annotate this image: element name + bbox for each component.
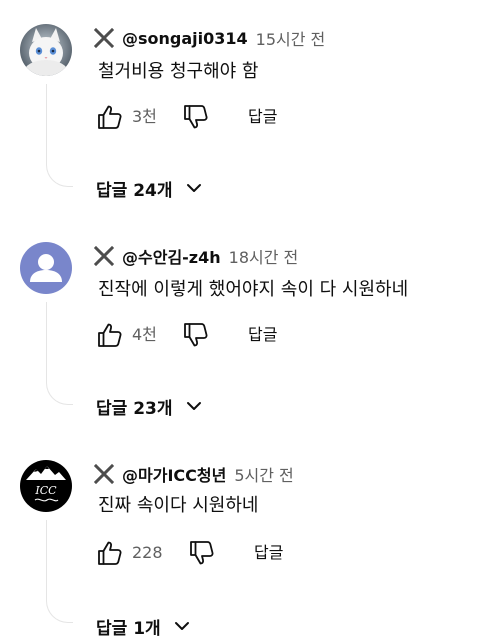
thumb-down-icon xyxy=(184,105,208,129)
reply-button[interactable]: 답글 xyxy=(248,105,277,129)
comment-text: 진작에 이렇게 했어야지 속이 다 시원하네 xyxy=(98,279,409,300)
like-count: 4천 xyxy=(132,325,157,344)
replies-count-label: 답글 1개 xyxy=(96,618,161,639)
comment-header: @마가ICC청년 5시간 전 xyxy=(94,462,294,486)
thread-connector xyxy=(46,84,73,187)
comment-timestamp[interactable]: 18시간 전 xyxy=(229,244,299,268)
x-mark-icon xyxy=(94,246,114,266)
replies-count-label: 답글 24개 xyxy=(96,180,173,201)
like-button[interactable] xyxy=(96,539,124,567)
thread-connector xyxy=(46,302,73,405)
comment-timestamp[interactable]: 5시간 전 xyxy=(234,462,293,486)
icc-mountain-logo-avatar[interactable]: ICC xyxy=(20,460,72,512)
white-cat-avatar[interactable] xyxy=(20,24,72,76)
like-button[interactable] xyxy=(96,321,124,349)
x-mark-icon xyxy=(94,464,114,484)
chevron-down-icon xyxy=(173,617,191,635)
chevron-down-icon xyxy=(185,397,203,415)
author-name[interactable]: @수안김-z4h xyxy=(122,244,221,268)
thumb-down-icon xyxy=(184,323,208,347)
comment-header: @songaji0314 15시간 전 xyxy=(94,26,325,50)
comment-thread: ICC @마가ICC청년 5시간 전 진짜 속이다 시원하네 228 답글 답글… xyxy=(0,436,489,642)
comment-thread: @수안김-z4h 18시간 전 진작에 이렇게 했어야지 속이 다 시원하네 4… xyxy=(0,218,489,436)
dislike-button[interactable] xyxy=(188,539,216,567)
thumb-up-icon xyxy=(98,323,122,347)
reply-button[interactable]: 답글 xyxy=(254,541,283,565)
comment-timestamp[interactable]: 15시간 전 xyxy=(256,26,326,50)
chevron-down-icon xyxy=(185,179,203,197)
reply-button[interactable]: 답글 xyxy=(248,323,277,347)
thumb-up-icon xyxy=(98,541,122,565)
like-count: 228 xyxy=(132,543,163,562)
thumb-up-icon xyxy=(98,105,122,129)
comment-text: 철거비용 청구해야 함 xyxy=(98,61,259,82)
view-replies-button[interactable]: 답글 24개 xyxy=(96,175,203,201)
thumb-down-icon xyxy=(190,541,214,565)
comment-thread: @songaji0314 15시간 전 철거비용 청구해야 함 3천 답글 답글… xyxy=(0,0,489,218)
like-count: 3천 xyxy=(132,107,157,126)
author-name[interactable]: @songaji0314 xyxy=(122,29,248,48)
view-replies-button[interactable]: 답글 1개 xyxy=(96,613,191,639)
comment-header: @수안김-z4h 18시간 전 xyxy=(94,244,298,268)
replies-count-label: 답글 23개 xyxy=(96,398,173,419)
comment-text: 진짜 속이다 시원하네 xyxy=(98,495,259,516)
x-mark-icon xyxy=(94,28,114,48)
view-replies-button[interactable]: 답글 23개 xyxy=(96,393,203,419)
dislike-button[interactable] xyxy=(182,321,210,349)
like-button[interactable] xyxy=(96,103,124,131)
dislike-button[interactable] xyxy=(182,103,210,131)
thread-connector xyxy=(46,520,73,623)
author-name[interactable]: @마가ICC청년 xyxy=(122,462,226,486)
logo-text: ICC xyxy=(34,484,57,497)
default-person-avatar[interactable] xyxy=(20,242,72,294)
